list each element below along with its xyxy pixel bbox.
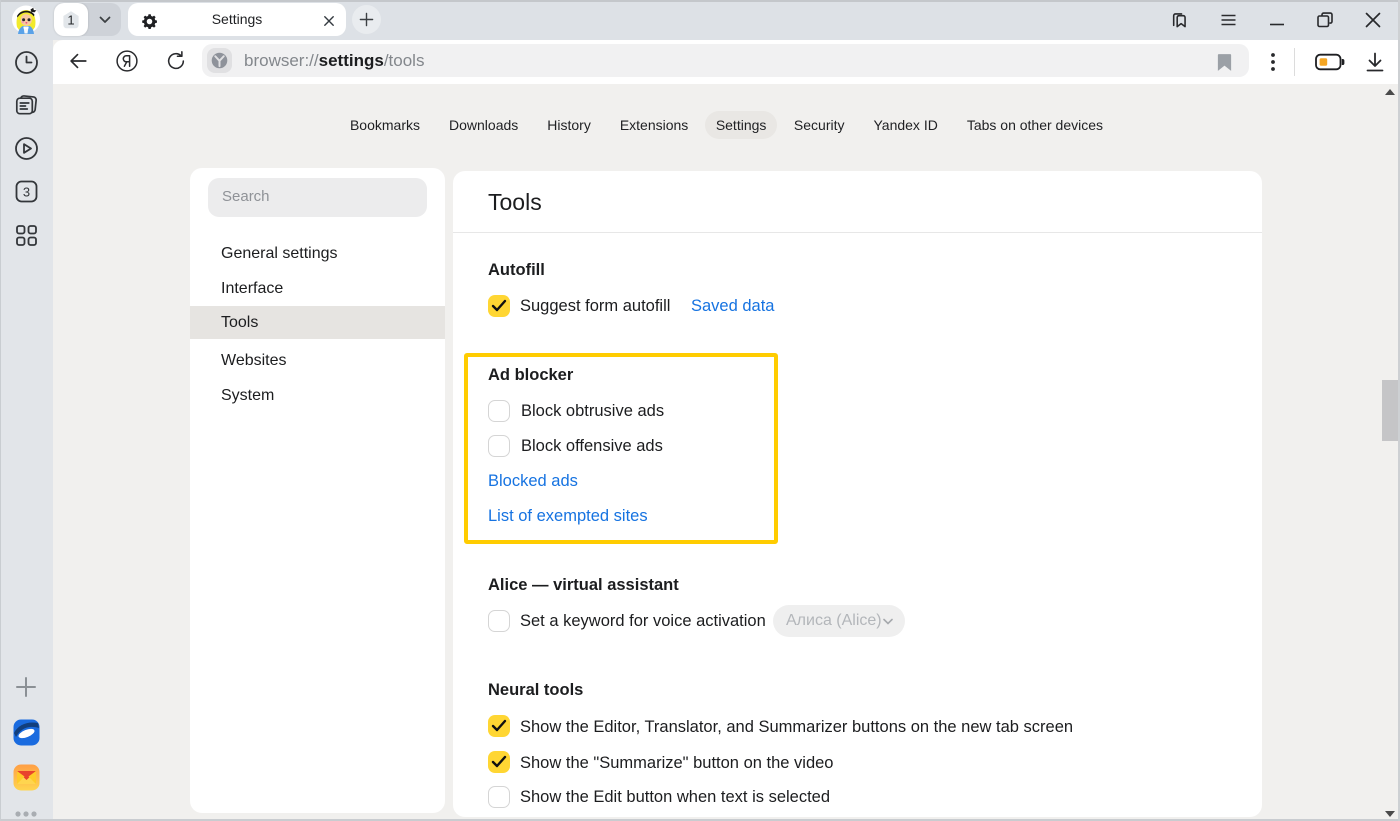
svg-text:3: 3 [22, 184, 29, 199]
svg-text:1: 1 [67, 12, 74, 27]
